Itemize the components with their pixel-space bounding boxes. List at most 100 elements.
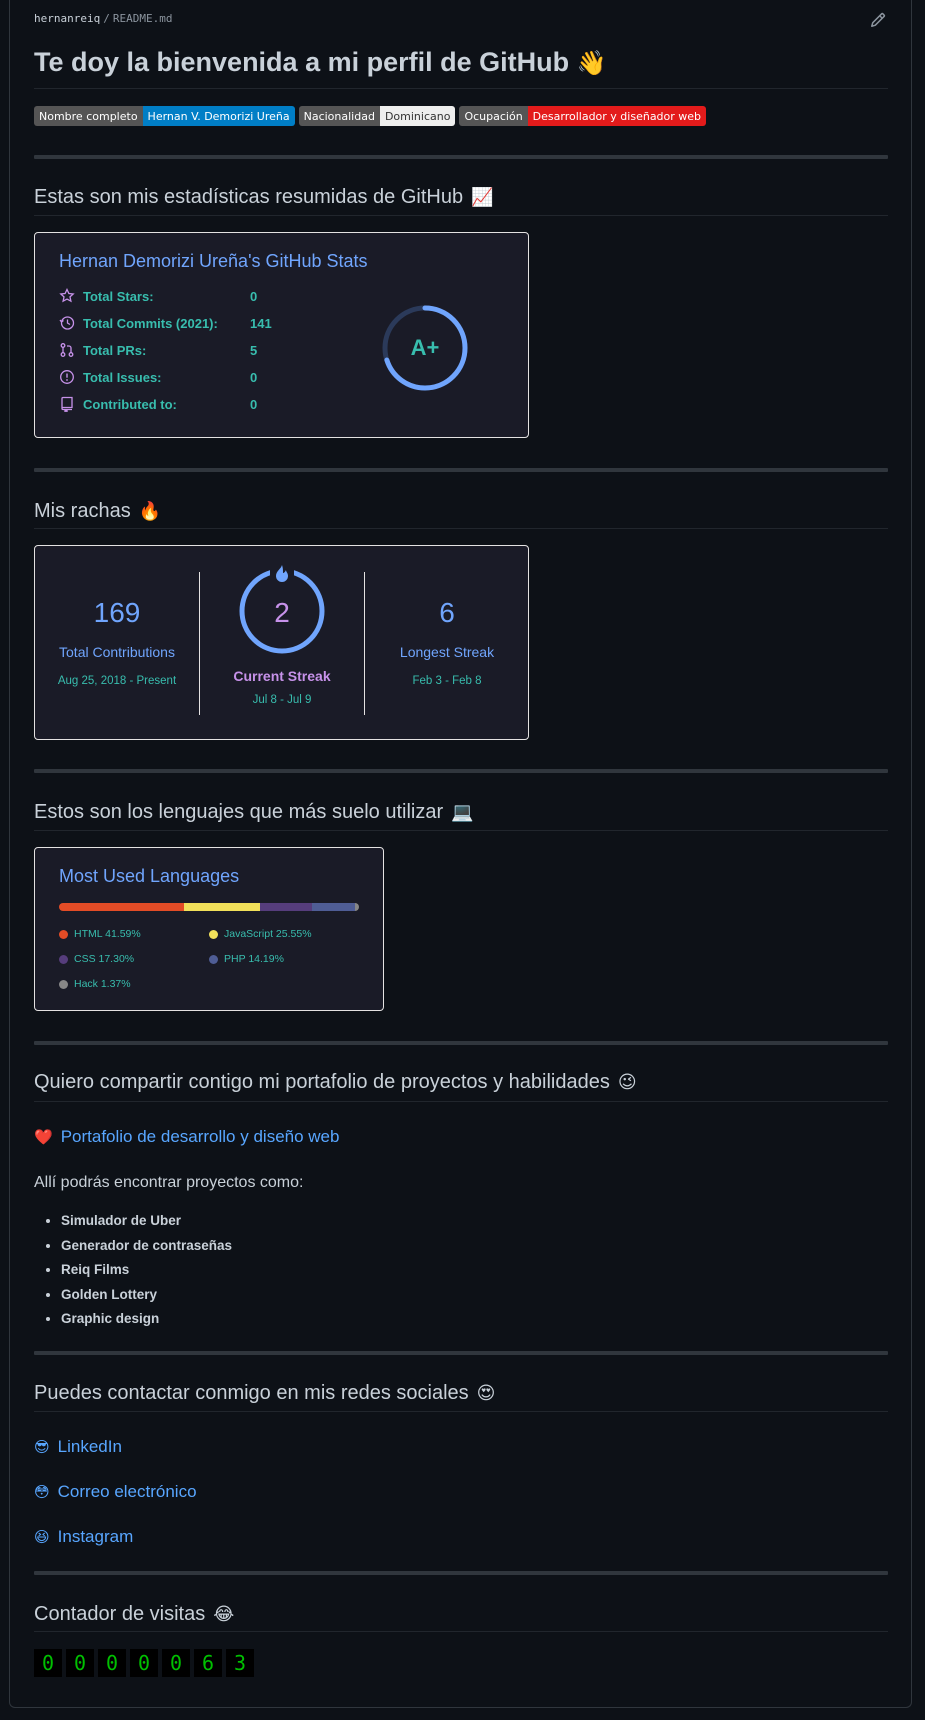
email-link[interactable]: 😳 Correo electrónico <box>34 1482 197 1502</box>
language-css: CSS 17.30% <box>59 953 134 965</box>
stat-row-stars: Total Stars: <box>59 288 154 304</box>
streaks-heading: Mis rachas 🔥 <box>34 500 161 523</box>
chart-increasing-icon: 📈 <box>471 187 494 208</box>
flushed-face-icon: 😳 <box>34 1483 50 1501</box>
stat-value: 0 <box>250 370 258 385</box>
stats-heading-text: Estas son mis estadísticas resumidas de … <box>34 186 464 208</box>
section-divider <box>34 468 888 472</box>
section-divider <box>34 1351 888 1355</box>
rank-grade: A+ <box>411 335 440 360</box>
counter-digit: 0 <box>162 1649 190 1677</box>
counter-digit: 3 <box>226 1649 254 1677</box>
counter-digit: 6 <box>194 1649 222 1677</box>
stat-label: Total Issues: <box>83 369 162 385</box>
stat-value: 0 <box>250 289 258 304</box>
languages-card: Most Used Languages HTML 41.59% JavaScri… <box>34 847 384 1011</box>
language-label: Hack 1.37% <box>74 978 131 990</box>
stat-value: 141 <box>250 316 272 331</box>
counter-digit: 0 <box>130 1649 158 1677</box>
tears-of-joy-icon: 😂 <box>213 1604 235 1625</box>
streaks-heading-text: Mis rachas <box>34 500 131 522</box>
section-divider <box>34 1041 888 1045</box>
streak-divider <box>364 572 365 715</box>
portfolio-heading-text: Quiero compartir contigo mi portafolio d… <box>34 1071 610 1093</box>
squinting-face-icon: 😆 <box>34 1528 50 1546</box>
stats-card-title: Hernan Demorizi Ureña's GitHub Stats <box>59 251 368 271</box>
list-item: Graphic design <box>61 1307 232 1332</box>
linkedin-link[interactable]: 😎 LinkedIn <box>34 1437 122 1457</box>
html-dot-icon <box>59 929 68 939</box>
project-list: Simulador de Uber Generador de contraseñ… <box>61 1209 232 1332</box>
heading-underline <box>34 1411 888 1412</box>
stat-row-contributed: Contributed to: <box>59 396 177 412</box>
language-bar-segment-html <box>59 903 184 911</box>
portfolio-link[interactable]: ❤️ Portafolio de desarrollo y diseño web <box>34 1127 339 1147</box>
stat-value: 0 <box>250 397 258 412</box>
badge-key: Ocupación <box>459 106 528 126</box>
email-link-text: Correo electrónico <box>57 1482 197 1501</box>
visits-heading-text: Contador de visitas <box>34 1603 206 1625</box>
languages-heading-text: Estos son los lenguajes que más suelo ut… <box>34 801 444 823</box>
stat-label: Total Stars: <box>83 288 154 304</box>
instagram-link-text: Instagram <box>57 1527 134 1546</box>
visit-counter: 0 0 0 0 0 6 3 <box>34 1649 254 1677</box>
social-heading-text: Puedes contactar conmigo en mis redes so… <box>34 1382 469 1404</box>
pull-request-icon <box>60 343 74 357</box>
languages-card-title: Most Used Languages <box>59 866 240 886</box>
language-label: PHP 14.19% <box>224 953 284 965</box>
heading-underline <box>34 830 888 831</box>
sunglasses-face-icon: 😎 <box>34 1438 50 1456</box>
badge-occupation[interactable]: Ocupación Desarrollador y diseñador web <box>459 106 707 126</box>
stat-label: Contributed to: <box>83 396 177 412</box>
portfolio-intro: Allí podrás encontrar proyectos como: <box>34 1174 304 1191</box>
list-item: Golden Lottery <box>61 1283 232 1308</box>
language-label: CSS 17.30% <box>74 953 135 965</box>
css-dot-icon <box>59 954 68 964</box>
fire-icon: 🔥 <box>138 501 162 522</box>
list-item: Simulador de Uber <box>61 1209 232 1234</box>
heading-underline <box>34 1631 888 1632</box>
portfolio-link-text: Portafolio de desarrollo y diseño web <box>60 1127 340 1146</box>
stat-row-prs: Total PRs: <box>59 342 146 358</box>
languages-progress-bar <box>59 903 359 911</box>
stats-heading: Estas son mis estadísticas resumidas de … <box>34 186 493 209</box>
language-label: JavaScript 25.55% <box>224 928 312 940</box>
linkedin-link-text: LinkedIn <box>57 1437 122 1456</box>
current-streak-label: Current Streak <box>233 668 331 684</box>
counter-digit: 0 <box>66 1649 94 1677</box>
history-icon <box>59 316 75 330</box>
current-streak-number: 2 <box>274 597 290 628</box>
longest-streak-number: 6 <box>439 597 455 628</box>
language-label: HTML 41.59% <box>74 928 141 940</box>
badge-row: Nombre completo Hernan V. Demorizi Ureña… <box>34 106 707 126</box>
stat-label: Total Commits (2021): <box>83 315 218 331</box>
total-contributions-range: Aug 25, 2018 - Present <box>57 675 177 687</box>
star-icon <box>59 288 75 303</box>
language-bar-segment-hack <box>354 903 359 911</box>
languages-heading: Estos son los lenguajes que más suelo ut… <box>34 801 474 824</box>
badge-value: Desarrollador y diseñador web <box>527 106 707 126</box>
language-bar-segment-php <box>312 903 355 911</box>
longest-streak-range: Feb 3 - Feb 8 <box>412 675 482 687</box>
section-divider <box>34 1571 888 1575</box>
heart-icon: ❤️ <box>34 1128 53 1146</box>
counter-digit: 0 <box>34 1649 62 1677</box>
language-javascript: JavaScript 25.55% <box>209 928 312 940</box>
breadcrumb-file: README.md <box>112 12 173 25</box>
language-bar-segment-javascript <box>183 903 261 911</box>
issue-icon <box>60 370 74 384</box>
breadcrumb-owner[interactable]: hernanreiq <box>34 12 100 25</box>
badge-full-name[interactable]: Nombre completo Hernan V. Demorizi Ureña <box>34 106 295 126</box>
title-divider <box>34 88 888 89</box>
list-item: Reiq Films <box>61 1258 232 1283</box>
heading-underline <box>34 215 888 216</box>
stat-row-commits: Total Commits (2021): <box>59 315 218 331</box>
instagram-link[interactable]: 😆 Instagram <box>34 1527 133 1547</box>
language-html: HTML 41.59% <box>59 928 141 940</box>
edit-pencil-icon[interactable] <box>870 12 888 30</box>
badge-nationality[interactable]: Nacionalidad Dominicano <box>298 106 456 126</box>
visits-heading: Contador de visitas 😂 <box>34 1603 234 1626</box>
rank-circle: A+ <box>382 305 468 391</box>
badge-key: Nombre completo <box>34 106 143 126</box>
heart-eyes-icon: 😍 <box>476 1383 496 1404</box>
